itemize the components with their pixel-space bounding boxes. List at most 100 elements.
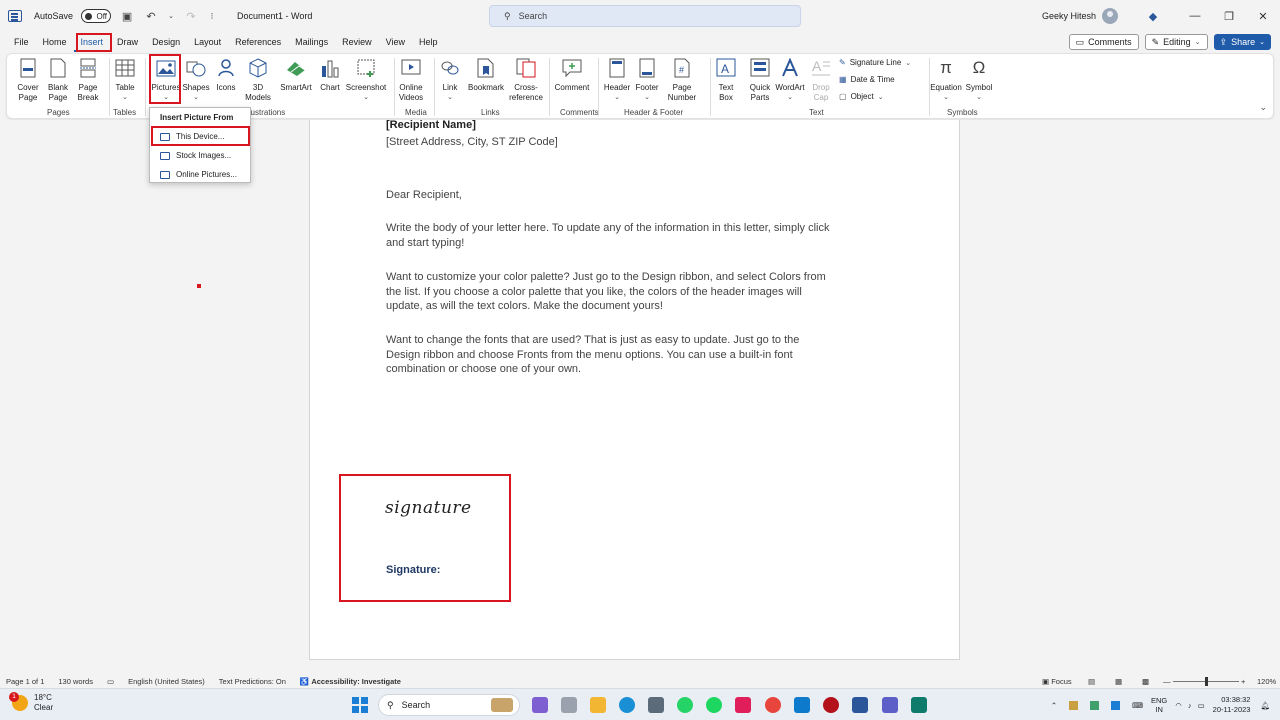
paragraph-1[interactable]: Write the body of your letter here. To u… [386,221,829,250]
tab-layout[interactable]: Layout [187,32,228,52]
tray-app-icon[interactable] [1069,700,1079,710]
spotify-icon[interactable] [706,697,722,713]
language-status[interactable]: English (United States) [128,677,205,686]
undo-icon[interactable]: ↶ [143,10,159,23]
tab-references[interactable]: References [228,32,288,52]
online-pictures-option[interactable]: Online Pictures... [160,170,237,179]
focus-button[interactable]: ▣ Focus [1042,677,1072,686]
3d-models-button[interactable]: 3D Models [243,57,273,103]
word-count[interactable]: 130 words [58,677,93,686]
avatar[interactable] [1102,8,1118,24]
page-number-button[interactable]: # Page Number [663,57,701,103]
task-view-icon[interactable] [561,697,577,713]
designer-diamond-icon[interactable]: ◆ [1138,10,1168,23]
volume-icon[interactable]: ♪ [1188,701,1192,710]
greeting[interactable]: Dear Recipient, [386,188,462,203]
clock[interactable]: 03:38:32 20-11-2023 [1213,695,1251,715]
date-time-button[interactable]: ▦ Date & Time [839,75,895,84]
table-button[interactable]: Table ⌄ [113,57,137,103]
keyboard-icon[interactable]: ⌨ [1132,701,1143,710]
tab-home[interactable]: Home [36,32,74,52]
wordart-button[interactable]: WordArt ⌄ [773,57,807,103]
smartart-button[interactable]: SmartArt [279,57,313,93]
editing-button[interactable]: ✎ Editing ⌄ [1144,34,1208,50]
equation-button[interactable]: π Equation ⌄ [929,57,963,103]
save-icon[interactable]: ▣ [119,10,135,23]
cover-page-button[interactable]: Cover Page [15,57,41,103]
slack-icon[interactable] [735,697,751,713]
redo-icon[interactable]: ↷ [183,10,199,23]
document-canvas[interactable] [0,120,1280,675]
read-mode-icon[interactable]: ▤ [1088,677,1095,686]
restore-button[interactable]: ❐ [1212,10,1246,23]
zoom-in-button[interactable]: + [1241,677,1245,686]
blank-page-button[interactable]: Blank Page [45,57,71,103]
title-search-box[interactable]: ⚲ Search [489,5,801,27]
cross-reference-button[interactable]: Cross- reference [509,57,543,103]
whatsapp-icon[interactable] [677,697,693,713]
app-purple-icon[interactable] [882,697,898,713]
tray-chevron-icon[interactable]: ⌃ [1051,701,1057,710]
user-name[interactable]: Geeky Hitesh [1042,11,1096,21]
tab-design[interactable]: Design [145,32,187,52]
undo-dropdown-icon[interactable]: ⌄ [167,12,175,20]
recipient-name[interactable]: [Recipient Name] [386,118,476,133]
link-button[interactable]: Link ⌄ [439,57,461,103]
zoom-slider-thumb[interactable] [1205,677,1208,686]
symbol-button[interactable]: Ω Symbol ⌄ [965,57,993,103]
online-videos-button[interactable]: Online Videos [397,57,425,103]
recipient-address[interactable]: [Street Address, City, ST ZIP Code] [386,135,558,150]
copilot-icon[interactable] [532,697,548,713]
autosave-toggle[interactable]: Off [81,9,112,23]
object-button[interactable]: ▢ Object ⌄ [839,92,884,101]
page-count[interactable]: Page 1 of 1 [6,677,44,686]
tab-file[interactable]: File [7,32,36,52]
web-layout-icon[interactable]: ▩ [1142,677,1149,686]
proofing-icon[interactable]: ▭ [107,677,114,686]
share-button[interactable]: ⇪ Share ⌄ [1213,34,1271,50]
zoom-out-button[interactable]: — [1163,677,1171,686]
language-indicator[interactable]: ENG IN [1151,696,1167,714]
paragraph-2[interactable]: Want to customize your color palette? Ju… [386,270,826,314]
close-button[interactable]: ✕ [1246,10,1280,23]
footer-button[interactable]: Footer ⌄ [633,57,661,103]
minimize-button[interactable]: — [1178,10,1212,22]
page-break-button[interactable]: Page Break [75,57,101,103]
word-app-icon[interactable] [8,10,22,22]
collapse-ribbon-icon[interactable]: ⌄ [1259,102,1267,113]
drop-cap-button[interactable]: A Drop Cap [809,57,833,103]
paragraph-3[interactable]: Want to change the fonts that are used? … [386,333,799,377]
chrome-icon[interactable] [765,697,781,713]
icons-button[interactable]: Icons [215,57,237,93]
print-layout-icon[interactable]: ▦ [1115,677,1122,686]
header-button[interactable]: Header ⌄ [603,57,631,103]
comment-button[interactable]: Comment [553,57,591,93]
tray-app-icon[interactable] [1090,700,1100,710]
customize-qat-icon[interactable]: ⁝ [207,11,217,22]
wifi-icon[interactable]: ◠ [1175,701,1182,710]
start-button[interactable] [352,697,368,713]
edge-icon[interactable] [619,697,635,713]
shapes-button[interactable]: Shapes ⌄ [182,57,210,103]
signature-line-button[interactable]: ✎ Signature Line ⌄ [839,58,911,67]
text-box-button[interactable]: A Text Box [713,57,739,103]
app-icon[interactable] [648,697,664,713]
notification-bell-icon[interactable]: 🔔︎ [1260,701,1270,710]
tab-review[interactable]: Review [335,32,379,52]
tab-draw[interactable]: Draw [110,32,145,52]
battery-icon[interactable]: ▭ [1198,701,1205,710]
bookmark-button[interactable]: Bookmark [466,57,506,93]
tray-app-icon[interactable] [1111,700,1121,710]
app-teal-icon[interactable] [911,697,927,713]
accessibility-status[interactable]: ♿ Accessibility: Investigate [300,677,401,686]
tab-view[interactable]: View [379,32,412,52]
chart-button[interactable]: Chart [319,57,341,93]
vscode-icon[interactable] [794,697,810,713]
word-taskbar-icon[interactable] [852,697,868,713]
taskbar-search[interactable]: ⚲ Search [378,694,520,716]
comments-button[interactable]: ▭ Comments [1068,34,1139,50]
text-predictions-status[interactable]: Text Predictions: On [219,677,286,686]
app-red-icon[interactable] [823,697,839,713]
zoom-level[interactable]: 120% [1257,677,1276,686]
screenshot-button[interactable]: Screenshot ⌄ [345,57,387,103]
